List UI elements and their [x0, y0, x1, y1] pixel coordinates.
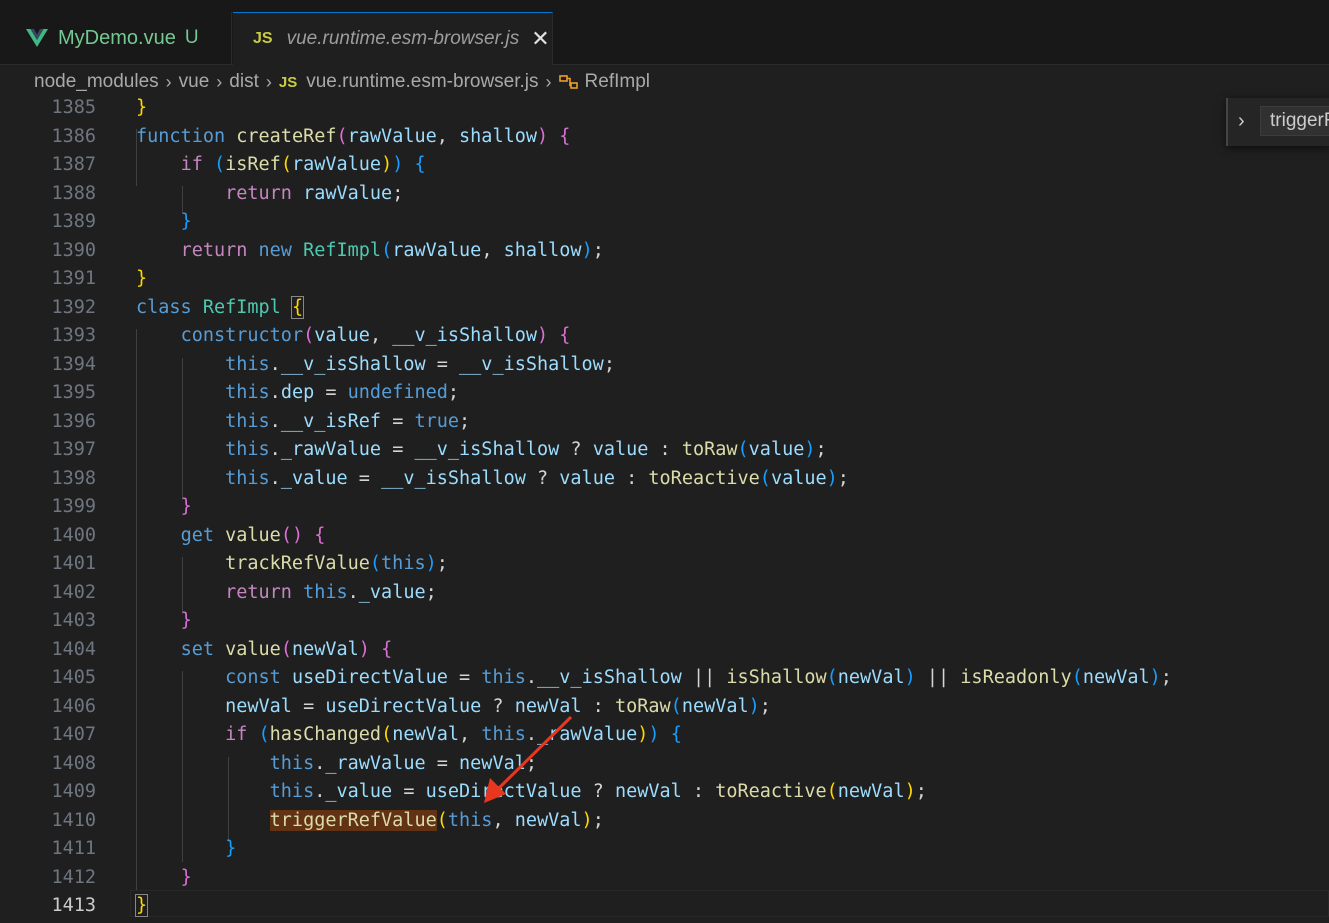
code-editor[interactable]: 1385} 1386 function createRef(rawValue, s…	[0, 94, 1329, 923]
code-line: 1405 const useDirectValue = this.__v_isS…	[51, 667, 1172, 688]
breadcrumb-item-dist[interactable]: dist	[229, 71, 259, 93]
code-line: 1387 if (isRef(rawValue)) {	[51, 154, 426, 175]
code-line: 1386 function createRef(rawValue, shallow…	[51, 125, 571, 147]
chevron-right-icon[interactable]: ›	[1238, 110, 1245, 133]
code-line: 1406 newVal = useDirectValue ? newVal : …	[51, 695, 771, 717]
tab-label: MyDemo.vue	[58, 26, 176, 49]
code-line: 1402 return this._value;	[51, 581, 437, 603]
vue-icon	[26, 29, 48, 47]
find-input[interactable]: triggerR	[1260, 106, 1329, 136]
code-line: 1395 this.dep = undefined;	[51, 382, 460, 403]
chevron-right-icon: ›	[165, 71, 172, 92]
code-line: 1392 class RefImpl {	[51, 295, 305, 319]
code-line: 1407 if (hasChanged(newVal, this._rawVal…	[51, 724, 682, 745]
chevron-right-icon: ›	[265, 71, 272, 92]
chevron-right-icon: ›	[545, 71, 552, 92]
breadcrumb-file-label: vue.runtime.esm-browser.js	[306, 71, 539, 92]
code-line: 1411 }	[51, 838, 237, 859]
chevron-right-icon: ›	[216, 71, 223, 92]
code-line: 1389 }	[51, 211, 192, 232]
code-line: 1410 triggerRefValue(this, newVal);	[51, 809, 604, 831]
tab-mydemo-vue[interactable]: MyDemo.vue U	[10, 12, 232, 64]
find-match-highlight: triggerRefValue	[269, 809, 437, 831]
breadcrumb-item-refimpl[interactable]: RefImpl	[558, 71, 650, 93]
breadcrumb-symbol-label: RefImpl	[584, 71, 650, 92]
code-line: 1391}	[51, 268, 148, 289]
code-line: 1397 this._rawValue = __v_isShallow ? va…	[51, 439, 827, 460]
code-line: 1403 }	[51, 610, 192, 631]
git-status-badge: U	[184, 27, 199, 48]
close-icon[interactable]: ✕	[531, 28, 549, 50]
tab-vue-runtime[interactable]: JS vue.runtime.esm-browser.js ✕	[233, 12, 553, 65]
breadcrumb-item-file[interactable]: JS vue.runtime.esm-browser.js	[279, 71, 539, 93]
code-line: 1412 }	[51, 866, 192, 888]
code-line: 1396 this.__v_isRef = true;	[51, 410, 471, 432]
title-strip	[0, 0, 1329, 12]
code-line: 1401 trackRefValue(this);	[51, 553, 448, 574]
code-line: 1393 constructor(value, __v_isShallow) {	[51, 325, 571, 346]
code-line: 1404 set value(newVal) {	[51, 638, 393, 660]
code-line: 1399 }	[51, 496, 192, 517]
breadcrumb-item-node-modules[interactable]: node_modules	[34, 71, 159, 93]
code-line: 1385}	[51, 97, 148, 118]
code-line: 1390 return new RefImpl(rawValue, shallo…	[51, 239, 604, 261]
code-line: 1388 return rawValue;	[51, 182, 404, 204]
js-icon: JS	[278, 73, 298, 91]
code-line: 1400 get value() {	[51, 524, 326, 546]
js-icon: JS	[253, 30, 273, 47]
find-widget: › triggerR	[1226, 98, 1329, 146]
code-line: 1408 this._rawValue = newVal;	[51, 752, 537, 774]
code-line: 1409 this._value = useDirectValue ? newV…	[51, 781, 927, 802]
code-line: 1398 this._value = __v_isShallow ? value…	[51, 467, 849, 489]
breadcrumb-item-vue[interactable]: vue	[179, 71, 210, 93]
code-line: 1394 this.__v_isShallow = __v_isShallow;	[51, 353, 615, 375]
code-line-active: 1413}	[51, 894, 149, 917]
tab-bar: MyDemo.vue U JS vue.runtime.esm-browser.…	[0, 12, 1329, 65]
tab-label: vue.runtime.esm-browser.js	[286, 28, 520, 49]
class-symbol-icon	[558, 75, 578, 89]
